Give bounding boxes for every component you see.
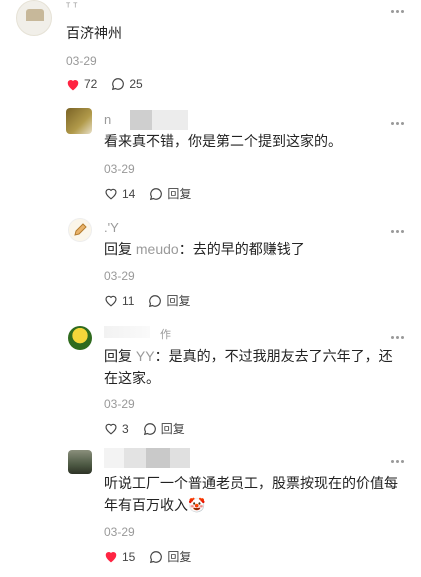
like-button[interactable]: 11: [104, 294, 134, 308]
comment-2: n 看来真不错，你是第二个提到这家的。 03-29 14 回复: [0, 108, 421, 208]
reply-label: 回复: [166, 294, 191, 308]
reply-count: 25: [129, 77, 143, 91]
more-dots-icon[interactable]: [391, 336, 405, 340]
username[interactable]: .'Y: [104, 220, 119, 235]
comment-5: 听说工厂一个普通老员工，股票按现在的价值每年有百万收入🤡 03-29 15 回复: [0, 448, 421, 577]
comment-date: 03-29: [104, 162, 135, 176]
blurred-username: [104, 326, 150, 338]
more-dots-icon[interactable]: [391, 460, 405, 464]
comment-3: .'Y 回复 meudo：去的早的都赚钱了 03-29 11 回复: [0, 216, 421, 316]
username[interactable]: ᵀ ᵀ: [66, 2, 77, 13]
more-dots-icon[interactable]: [391, 230, 405, 234]
like-button[interactable]: 14: [104, 187, 135, 201]
reply-button[interactable]: 回复: [143, 420, 185, 437]
comment-date: 03-29: [66, 54, 97, 68]
heart-icon: [105, 188, 117, 200]
comment-text: 百济神州: [66, 25, 122, 41]
pencil-icon: [74, 223, 87, 236]
like-count: 11: [122, 293, 135, 308]
reply-label: 回复: [160, 422, 185, 436]
like-count: 15: [122, 549, 136, 564]
like-button[interactable]: 3: [104, 422, 129, 436]
blurred-username: [130, 110, 188, 130]
reply-prefix: 回复: [104, 241, 132, 257]
comment-text: 回复 YY：是真的，不过我朋友去了六年了，还在这家。: [104, 345, 404, 389]
like-button[interactable]: 15: [104, 550, 135, 564]
comment-date: 03-29: [104, 397, 135, 411]
comment-text: 回复 meudo：去的早的都赚钱了: [104, 238, 305, 260]
avatar[interactable]: [66, 108, 92, 134]
reply-label: 回复: [167, 550, 192, 564]
like-button[interactable]: 72: [66, 77, 97, 91]
comment-bubble-icon: [150, 550, 163, 563]
comment-date: 03-29: [104, 525, 135, 539]
author-badge: 作: [160, 329, 171, 341]
more-dots-icon[interactable]: [391, 10, 405, 14]
comment-bubble-icon: [149, 294, 162, 307]
comment-4: 作 回复 YY：是真的，不过我朋友去了六年了，还在这家。 03-29 3 回复: [0, 322, 421, 442]
comment-actions: 14 回复: [104, 185, 205, 202]
avatar[interactable]: [68, 450, 92, 474]
reply-button[interactable]: 回复: [149, 548, 191, 565]
like-count: 14: [122, 186, 136, 201]
heart-icon: [105, 552, 117, 563]
avatar[interactable]: [68, 218, 92, 242]
comment-actions: 3 回复: [104, 420, 199, 437]
reply-label: 回复: [167, 187, 192, 201]
heart-icon: [105, 423, 117, 435]
reply-to-username[interactable]: YY: [136, 348, 155, 364]
comment-bubble-icon: [112, 78, 125, 91]
like-count: 72: [84, 77, 98, 91]
heart-icon: [105, 295, 117, 307]
blurred-username: [104, 448, 190, 468]
reply-to-username[interactable]: meudo: [136, 241, 179, 257]
username[interactable]: n: [104, 112, 111, 127]
comment-text: 看来真不错，你是第二个提到这家的。: [104, 133, 342, 149]
comment-1: ᵀ ᵀ 百济神州 03-29 72 25: [0, 0, 421, 110]
comment-bubble-icon: [143, 422, 156, 435]
like-count: 3: [122, 421, 129, 436]
avatar[interactable]: [68, 326, 92, 350]
reply-count-button[interactable]: 25: [111, 77, 143, 91]
comment-actions: 72 25: [66, 77, 157, 91]
comment-actions: 11 回复: [104, 292, 204, 309]
reply-prefix: 回复: [104, 348, 132, 364]
comment-text: 听说工厂一个普通老员工，股票按现在的价值每年有百万收入🤡: [104, 475, 398, 513]
comment-bubble-icon: [150, 187, 163, 200]
heart-icon: [67, 79, 79, 90]
reply-button[interactable]: 回复: [148, 292, 190, 309]
comment-text-body: ：去的早的都赚钱了: [178, 241, 305, 257]
more-dots-icon[interactable]: [391, 122, 405, 126]
reply-button[interactable]: 回复: [149, 185, 191, 202]
comment-actions: 15 回复: [104, 548, 205, 565]
avatar[interactable]: [16, 0, 52, 36]
comment-date: 03-29: [104, 269, 135, 283]
